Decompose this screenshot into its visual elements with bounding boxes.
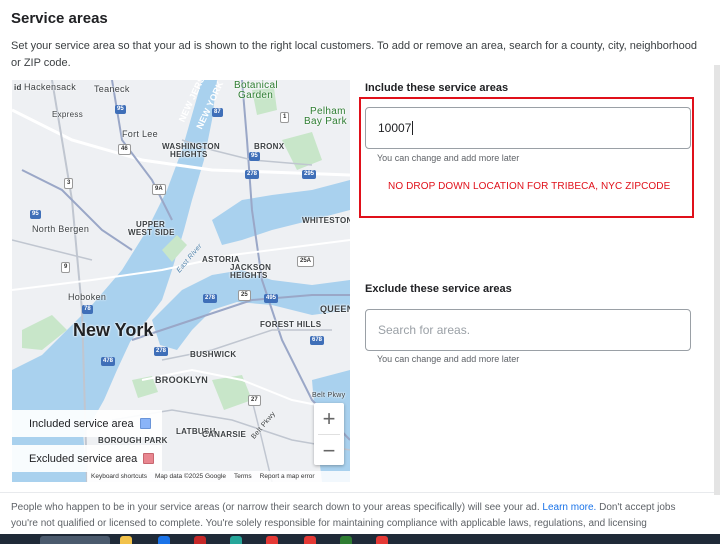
report-map-error-link[interactable]: Report a map error	[260, 473, 315, 480]
legend-included-swatch	[139, 418, 151, 429]
legend-excluded-label: Excluded service area	[29, 452, 138, 465]
app-icon[interactable]	[376, 536, 388, 544]
taskbar-search-icon[interactable]	[40, 536, 110, 544]
highway-shield: 78	[82, 305, 93, 314]
map-label: FOREST HILLS	[260, 320, 322, 329]
map-label: HEIGHTS	[170, 150, 208, 159]
annotation-highlight-box	[359, 97, 694, 218]
highway-shield: 478	[101, 357, 116, 366]
include-areas-label: Include these service areas	[365, 82, 509, 94]
highway-shield: 9A	[152, 184, 166, 195]
map-data-text: Map data ©2025 Google	[155, 473, 226, 480]
keyboard-shortcuts-link[interactable]: Keyboard shortcuts	[91, 473, 147, 480]
highway-shield: 678	[310, 336, 325, 345]
highway-shield: 95	[249, 152, 260, 161]
highway-shield: 95	[30, 210, 41, 219]
highway-shield: 27	[248, 395, 261, 406]
highway-shield: 46	[118, 144, 131, 155]
legend-excluded-swatch	[143, 453, 155, 464]
map-label: Bay Park	[304, 116, 347, 127]
map-label: BUSHWICK	[190, 350, 237, 359]
exclude-areas-placeholder: Search for areas.	[378, 323, 471, 337]
highway-shield: 278	[203, 294, 218, 303]
folder-icon[interactable]	[120, 536, 132, 544]
legend-included: Included service area	[12, 410, 162, 437]
map-label: BROOKLYN	[155, 375, 209, 385]
legend-excluded: Excluded service area	[12, 445, 162, 472]
highway-shield: 3	[64, 178, 74, 189]
map-label: Fort Lee	[122, 129, 158, 139]
page-title: Service areas	[11, 10, 108, 27]
page-description: Set your service area so that your ad is…	[11, 40, 698, 69]
service-area-map[interactable]: id Hackensack Teaneck Express Botanical …	[12, 80, 350, 482]
app-icon[interactable]	[340, 536, 352, 544]
highway-shield: 295	[302, 170, 317, 179]
map-label: QUEEN	[320, 304, 350, 314]
legend-included-label: Included service area	[29, 417, 134, 430]
highway-shield: 25A	[297, 256, 315, 267]
terms-link[interactable]: Terms	[234, 473, 252, 480]
app-icon[interactable]	[266, 536, 278, 544]
highway-shield: 9	[61, 262, 71, 273]
highway-shield: 95	[115, 105, 126, 114]
exclude-areas-label: Exclude these service areas	[365, 283, 512, 295]
highway-shield: 278	[245, 170, 260, 179]
map-attribution: Keyboard shortcuts Map data ©2025 Google…	[87, 471, 350, 482]
map-label: WHITESTONE	[302, 216, 350, 225]
map-label: Express	[52, 110, 83, 119]
zoom-controls: + −	[314, 403, 344, 465]
highway-shield: 87	[212, 108, 223, 117]
map-label: North Bergen	[32, 224, 90, 234]
map-label: Belt Pkwy	[312, 392, 346, 399]
app-icon[interactable]	[230, 536, 242, 544]
zoom-in-button[interactable]: +	[314, 403, 344, 434]
highway-shield: 1	[280, 112, 290, 123]
map-label: CANARSIE	[202, 430, 247, 439]
section-divider	[0, 492, 720, 493]
highway-shield: 278	[154, 347, 169, 356]
map-label: BRONX	[254, 142, 285, 151]
map-label: WEST SIDE	[128, 228, 175, 237]
zoom-out-button[interactable]: −	[314, 435, 344, 466]
map-label-new-york: New York	[73, 320, 154, 340]
map-label: BOROUGH PARK	[98, 436, 168, 445]
learn-more-link[interactable]: Learn more.	[542, 502, 596, 513]
page-scrollbar[interactable]	[714, 65, 720, 495]
map-label: HEIGHTS	[230, 271, 268, 280]
highway-shield: 25	[238, 290, 251, 301]
map-label: Hoboken	[68, 292, 107, 302]
taskbar	[0, 534, 720, 544]
map-label: Teaneck	[94, 84, 130, 94]
footer-text-before: People who happen to be in your service …	[11, 502, 543, 513]
highway-shield: 495	[264, 294, 279, 303]
browser-icon[interactable]	[158, 536, 170, 544]
app-icon[interactable]	[194, 536, 206, 544]
annotation-text: NO DROP DOWN LOCATION FOR TRIBECA, NYC Z…	[388, 181, 671, 192]
app-icon[interactable]	[304, 536, 316, 544]
exclude-helper-text: You can change and add more later	[377, 354, 520, 364]
map-label: id	[14, 83, 22, 92]
map-label: Garden	[238, 90, 274, 101]
map-label: Hackensack	[24, 82, 77, 92]
exclude-areas-input[interactable]: Search for areas.	[365, 309, 691, 351]
